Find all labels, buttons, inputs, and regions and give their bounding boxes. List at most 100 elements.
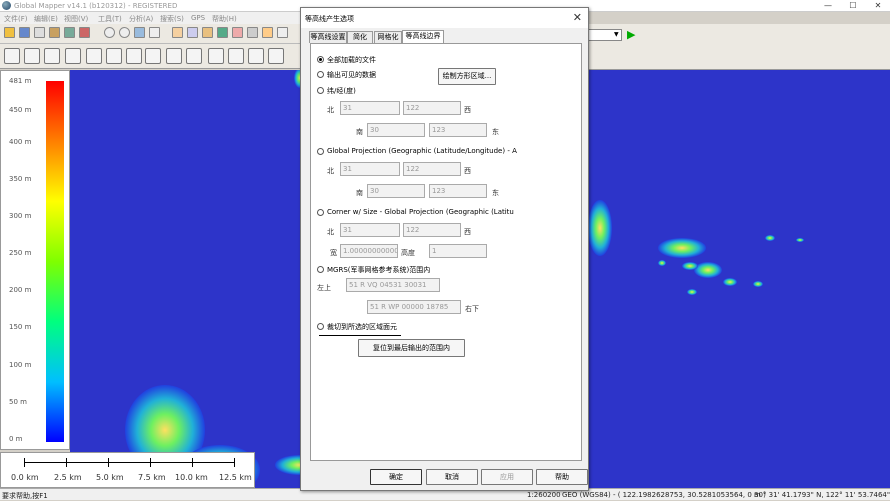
global-west-field[interactable]: 122 bbox=[403, 162, 461, 176]
label-global-projection: Global Projection (Geographic (Latitude/… bbox=[327, 147, 517, 155]
scale-label: 0.0 km bbox=[11, 473, 39, 482]
pan-icon[interactable] bbox=[134, 27, 145, 38]
rotate-icon[interactable] bbox=[187, 27, 198, 38]
print-icon[interactable] bbox=[34, 27, 45, 38]
line-icon[interactable] bbox=[106, 48, 122, 64]
corner-height-field[interactable]: 1 bbox=[429, 244, 487, 258]
layer-icon[interactable] bbox=[232, 27, 243, 38]
top-left-label: 左上 bbox=[317, 284, 331, 292]
legend-label: 150 m bbox=[9, 323, 32, 331]
split-icon[interactable] bbox=[228, 48, 244, 64]
cancel-button[interactable]: 取消 bbox=[426, 469, 478, 485]
scale-bar: 0.0 km 2.5 km 5.0 km 7.5 km 10.0 km 12.5… bbox=[0, 452, 255, 488]
width-label: 宽 bbox=[330, 249, 337, 257]
zoom-out-icon[interactable] bbox=[119, 27, 130, 38]
tab-contour-bounds[interactable]: 等高线边界 bbox=[402, 30, 444, 44]
corner-north-field[interactable]: 31 bbox=[340, 223, 400, 237]
menu-bar: 文件(F) 编辑(E) 视图(V) 工具(T) 分析(A) 搜索(S) GPS … bbox=[0, 12, 300, 24]
legend-label: 300 m bbox=[9, 212, 32, 220]
menu-gps[interactable]: GPS bbox=[191, 14, 205, 22]
scale-label: 2.5 km bbox=[54, 473, 82, 482]
menu-tools[interactable]: 工具(T) bbox=[98, 14, 122, 24]
radio-visible[interactable] bbox=[317, 71, 324, 78]
legend-label: 400 m bbox=[9, 138, 32, 146]
south-label: 南 bbox=[356, 189, 363, 197]
tab-contour-settings[interactable]: 等高线设置 bbox=[309, 31, 347, 43]
radio-crop-area[interactable] bbox=[317, 323, 324, 330]
dig-icon[interactable] bbox=[247, 27, 258, 38]
edit-tool-icon[interactable] bbox=[4, 48, 20, 64]
window-title: Global Mapper v14.1 (b120312) - REGISTER… bbox=[14, 2, 178, 10]
radio-all-loaded[interactable] bbox=[317, 56, 324, 63]
global-north-field[interactable]: 31 bbox=[340, 162, 400, 176]
east-label: 东 bbox=[492, 189, 499, 197]
latlon-north-field[interactable]: 31 bbox=[340, 101, 400, 115]
area-icon[interactable] bbox=[86, 48, 102, 64]
mgrs-top-left-field[interactable]: 51 R VQ 04531 30031 bbox=[346, 278, 440, 292]
menu-help[interactable]: 帮助(H) bbox=[212, 14, 237, 24]
move-icon[interactable] bbox=[186, 48, 202, 64]
main-toolbar bbox=[0, 24, 300, 44]
help-button[interactable]: 帮助 bbox=[536, 469, 588, 485]
radio-global-projection[interactable] bbox=[317, 148, 324, 155]
status-projection: GEO (WGS84) - ( 122.1982628753, 30.52810… bbox=[562, 491, 766, 499]
latlon-south-field[interactable]: 30 bbox=[367, 123, 425, 137]
open-icon[interactable] bbox=[4, 27, 15, 38]
menu-file[interactable]: 文件(F) bbox=[4, 14, 28, 24]
crop-underline bbox=[319, 335, 401, 336]
home-icon[interactable] bbox=[149, 27, 160, 38]
dialog-close-button[interactable]: ✕ bbox=[573, 11, 582, 24]
menu-analysis[interactable]: 分析(A) bbox=[129, 14, 153, 24]
feature-info-icon[interactable] bbox=[24, 48, 40, 64]
globe-icon[interactable] bbox=[217, 27, 228, 38]
elevation-legend: 481 m 450 m 400 m 350 m 300 m 250 m 200 … bbox=[0, 70, 70, 450]
latlon-east-field[interactable]: 123 bbox=[429, 123, 487, 137]
minimize-button[interactable]: — bbox=[818, 0, 838, 12]
config-icon[interactable] bbox=[64, 27, 75, 38]
corner-width-field[interactable]: 1.000000000000 bbox=[340, 244, 398, 258]
save-icon[interactable] bbox=[19, 27, 30, 38]
apply-button[interactable]: 应用 bbox=[481, 469, 533, 485]
west-label: 西 bbox=[464, 167, 471, 175]
corner-west-field[interactable]: 122 bbox=[403, 223, 461, 237]
global-east-field[interactable]: 123 bbox=[429, 184, 487, 198]
measure-icon[interactable] bbox=[202, 27, 213, 38]
legend-label: 50 m bbox=[9, 398, 27, 406]
ok-button[interactable]: 确定 bbox=[370, 469, 422, 485]
menu-view[interactable]: 视图(V) bbox=[64, 14, 88, 24]
vertex-icon[interactable] bbox=[208, 48, 224, 64]
close-button[interactable]: ✕ bbox=[868, 0, 888, 12]
zoom-in-icon[interactable] bbox=[104, 27, 115, 38]
radio-latlon[interactable] bbox=[317, 87, 324, 94]
tab-gridding[interactable]: 网格化 bbox=[374, 31, 402, 43]
shape-icon[interactable] bbox=[268, 48, 284, 64]
path-profile-icon[interactable] bbox=[44, 48, 60, 64]
radio-mgrs[interactable] bbox=[317, 266, 324, 273]
export-icon[interactable] bbox=[49, 27, 60, 38]
scale-tick bbox=[150, 458, 151, 467]
latlon-west-field[interactable]: 122 bbox=[403, 101, 461, 115]
mgrs-bottom-right-field[interactable]: 51 R WP 00000 18785 bbox=[367, 300, 461, 314]
draw-box-button[interactable]: 绘制方形区域... bbox=[438, 68, 496, 85]
scale-tick bbox=[192, 458, 193, 467]
play-icon[interactable]: ▶ bbox=[627, 29, 638, 41]
grid-icon[interactable] bbox=[145, 48, 161, 64]
radio-corner-size[interactable] bbox=[317, 209, 324, 216]
west-label: 西 bbox=[464, 228, 471, 236]
reset-extent-button[interactable]: 复位到最后输出的范围内 bbox=[358, 339, 465, 357]
maximize-button[interactable]: ☐ bbox=[843, 0, 863, 12]
global-south-field[interactable]: 30 bbox=[367, 184, 425, 198]
tab-simplify[interactable]: 简化 bbox=[347, 31, 373, 43]
menu-search[interactable]: 搜索(S) bbox=[160, 14, 184, 24]
view-shed-icon[interactable] bbox=[65, 48, 81, 64]
dropdown-icon[interactable] bbox=[277, 27, 288, 38]
menu-edit[interactable]: 编辑(E) bbox=[34, 14, 58, 24]
scale-line bbox=[24, 462, 234, 463]
delete-icon[interactable] bbox=[79, 27, 90, 38]
3d-icon[interactable] bbox=[262, 27, 273, 38]
point-icon[interactable] bbox=[126, 48, 142, 64]
pencil-icon[interactable] bbox=[166, 48, 182, 64]
chevron-down-icon: ▼ bbox=[614, 31, 619, 38]
merge-icon[interactable] bbox=[248, 48, 264, 64]
select-icon[interactable] bbox=[172, 27, 183, 38]
